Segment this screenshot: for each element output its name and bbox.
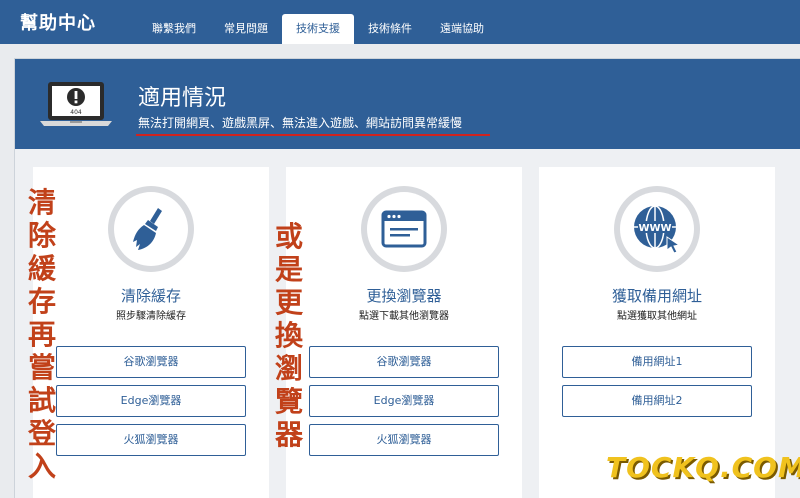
app-title[interactable]: 幫助中心 [20,9,96,35]
overlay-char: 存 [27,285,56,318]
card-desc-backup-url: 點選獲取其他網址 [617,311,697,322]
tab-tech-requirements[interactable]: 技術條件 [354,14,426,44]
laptop-404-icon: 404 [40,82,112,126]
globe-www-icon: WWW [634,205,681,254]
tab-contact-us[interactable]: 聯繫我們 [138,14,210,44]
tab-faq[interactable]: 常見問題 [210,14,282,44]
overlay-char: 換 [274,319,303,352]
broom-icon [133,208,162,250]
overlay-char: 嘗 [27,351,56,384]
overlay-char: 再 [27,318,56,351]
nav-tabs: 聯繫我們 常見問題 技術支援 技術條件 遠端協助 [138,14,498,44]
banner-subtitle: 無法打開網頁、遊戲黑屏、無法進入遊戲、網站訪問異常緩慢 [138,116,463,130]
download-firefox-button[interactable]: 火狐瀏覽器 [309,424,499,456]
backup-url-1-button[interactable]: 備用網址1 [562,346,752,378]
card-title-backup-url: 獲取備用網址 [611,287,702,305]
clear-cache-chrome-button[interactable]: 谷歌瀏覽器 [56,346,246,378]
card-icon-circle: WWW [614,186,700,272]
card-desc-clear-cache: 照步驟清除緩存 [116,311,186,322]
overlay-char: 登 [27,417,56,450]
download-chrome-button[interactable]: 谷歌瀏覽器 [309,346,499,378]
overlay-char: 更 [274,286,303,319]
overlay-char: 清 [27,186,56,219]
overlay-char: 是 [274,253,303,286]
overlay-char: 緩 [27,252,56,285]
card-title-clear-cache: 清除緩存 [120,287,181,305]
card-icon-circle [361,186,447,272]
overlay-char: 入 [27,450,56,483]
tab-tech-support[interactable]: 技術支援 [282,14,354,44]
laptop-404-text: 404 [70,109,82,116]
overlay-char: 除 [27,219,56,252]
svg-text:WWW: WWW [638,223,671,234]
overlay-char: 或 [274,220,303,253]
overlay-char: 器 [274,418,303,451]
clear-cache-firefox-button[interactable]: 火狐瀏覽器 [56,424,246,456]
download-edge-button[interactable]: Edge瀏覽器 [309,385,499,417]
watermark-logo: TOCKQ.COM [606,451,800,484]
card-icon-circle [108,186,194,272]
banner-underline [136,134,490,136]
overlay-char: 瀏 [274,352,303,385]
card-title-change-browser: 更換瀏覽器 [366,287,442,305]
tab-remote-assistance[interactable]: 遠端協助 [426,14,498,44]
browser-window-icon [381,210,427,248]
overlay-text-or-change-browser: 或 是 更 換 瀏 覽 器 [272,220,306,451]
overlay-char: 覽 [274,385,303,418]
backup-url-2-button[interactable]: 備用網址2 [562,385,752,417]
card-desc-change-browser: 點選下載其他瀏覽器 [359,311,449,322]
clear-cache-edge-button[interactable]: Edge瀏覽器 [56,385,246,417]
banner-title: 適用情況 [138,86,227,111]
overlay-text-clear-cache-retry: 清 除 緩 存 再 嘗 試 登 入 [25,186,59,483]
overlay-char: 試 [27,384,56,417]
